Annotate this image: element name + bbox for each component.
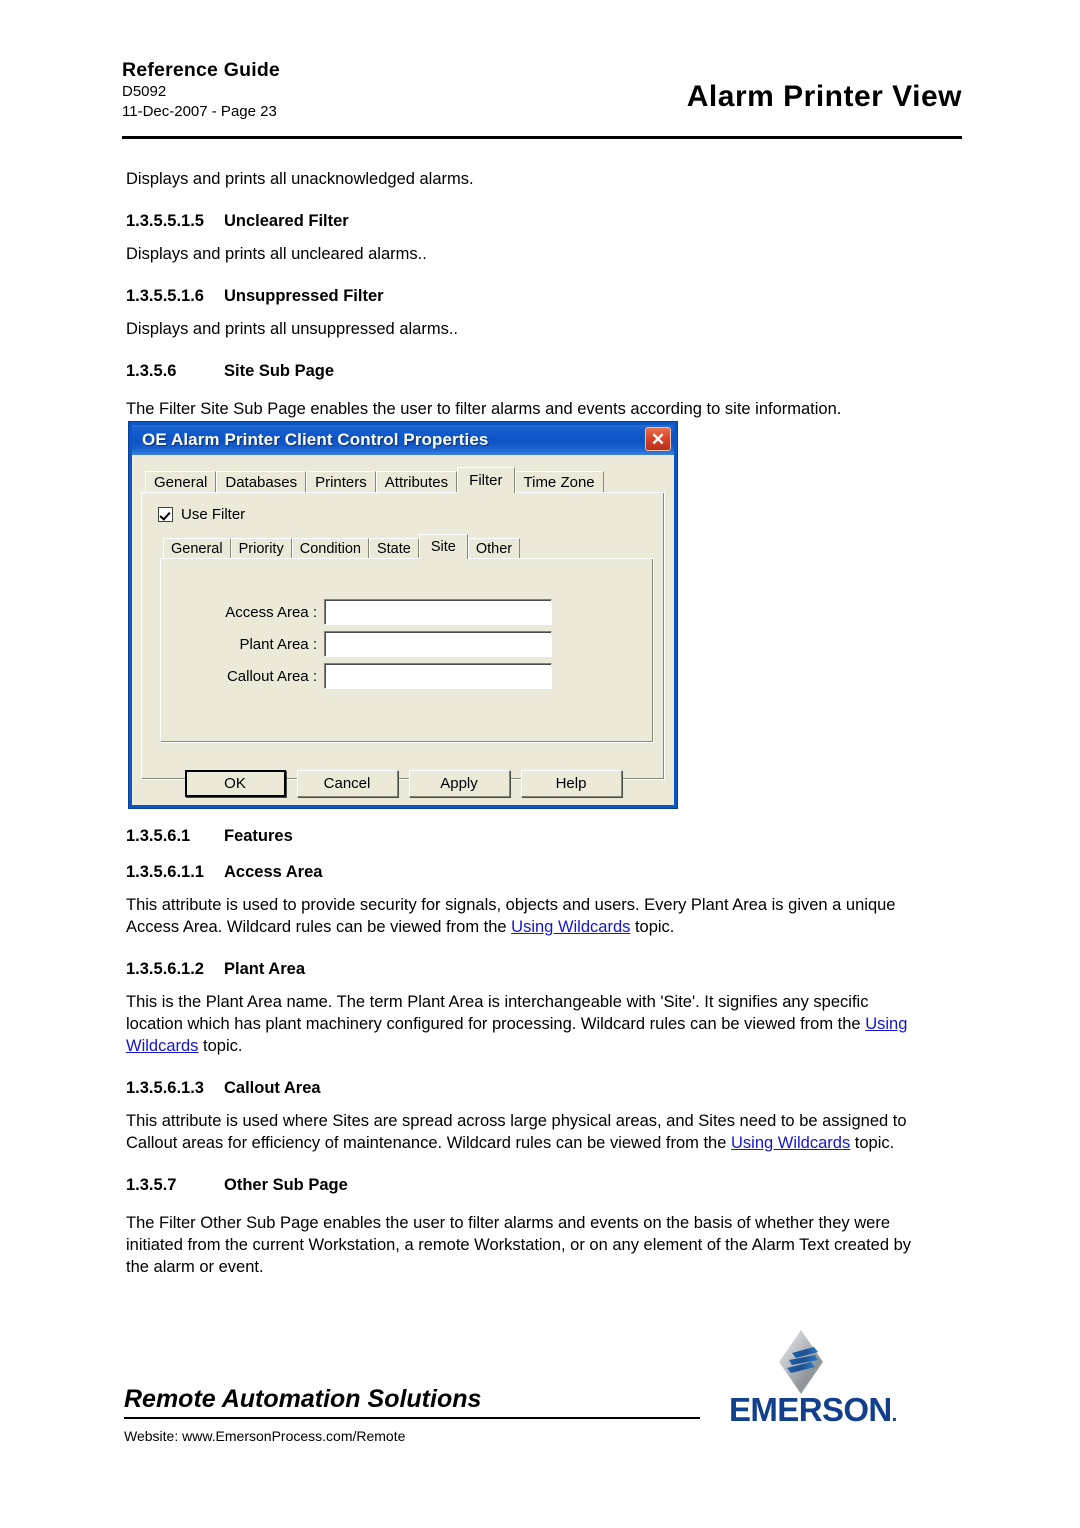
plant-area-row: Plant Area : [213,631,552,657]
paragraph-callout-area: This attribute is used where Sites are s… [126,1110,926,1154]
using-wildcards-link[interactable]: Using Wildcards [731,1134,850,1152]
heading-title: Plant Area [224,960,306,978]
callout-area-input[interactable] [324,663,552,689]
heading-title: Unsuppressed Filter [224,287,384,305]
paragraph-access-area: This attribute is used to provide securi… [126,894,926,938]
paragraph-unsuppressed-filter: Displays and prints all unsuppressed ala… [126,320,458,338]
callout-area-text-2: topic. [850,1134,895,1152]
heading-plant-area: 1.3.5.6.1.2 Plant Area [126,960,926,979]
header-divider [122,136,962,139]
footer-brand-line: Remote Automation Solutions [124,1385,482,1413]
plant-area-text-2: topic. [198,1037,243,1055]
heading-callout-area: 1.3.5.6.1.3 Callout Area [126,1079,926,1098]
content-lower: 1.3.5.6.1 Features 1.3.5.6.1.1 Access Area… [126,827,926,1278]
page-header: Reference Guide D5092 11-Dec-2007 - Page… [122,58,962,136]
tab-databases[interactable]: Databases [216,471,307,492]
dialog-title: OE Alarm Printer Client Control Properti… [142,430,489,449]
heading-number: 1.3.5.5.1.5 [126,212,204,230]
dialog-titlebar: OE Alarm Printer Client Control Properti… [132,425,674,455]
heading-title: Uncleared Filter [224,212,349,230]
heading-access-area: 1.3.5.6.1.1 Access Area [126,863,926,882]
subtab-state[interactable]: State [368,538,419,558]
subtab-priority[interactable]: Priority [230,538,292,558]
page-title: Alarm Printer View [686,80,962,113]
plant-area-label: Plant Area : [239,635,317,653]
heading-uncleared-filter: 1.3.5.5.1.5 Uncleared Filter [126,212,926,231]
subtab-other[interactable]: Other [467,538,521,558]
heading-title: Features [224,827,293,845]
heading-number: 1.3.5.5.1.6 [126,287,204,305]
heading-title: Access Area [224,863,323,881]
content-upper: Displays and prints all unacknowledged a… [126,168,926,420]
paragraph-plant-area: This is the Plant Area name. The term Pl… [126,991,926,1057]
help-button[interactable]: Help [520,770,622,797]
tab-general[interactable]: General [145,471,217,492]
callout-area-label: Callout Area : [226,667,317,685]
paragraph-other-sub-page: The Filter Other Sub Page enables the us… [126,1214,912,1276]
heading-title: Site Sub Page [224,362,335,380]
tab-printers[interactable]: Printers [306,471,376,492]
plant-area-text-1: This is the Plant Area name. The term Pl… [126,993,869,1033]
heading-number: 1.3.5.6 [126,362,177,380]
dialog-body: General Databases Printers Attributes Fi… [132,455,674,805]
header-date-page: 11-Dec-2007 - Page 23 [122,103,277,120]
subtab-condition[interactable]: Condition [291,538,369,558]
properties-dialog: OE Alarm Printer Client Control Properti… [128,421,678,809]
emerson-logo: EMERSON. [729,1329,909,1429]
use-filter-label: Use Filter [181,506,246,523]
heading-title: Callout Area [224,1079,321,1097]
paragraph-site-sub-page: The Filter Site Sub Page enables the use… [126,400,842,418]
access-area-label: Access Area : [225,603,317,621]
access-area-text-2: topic. [630,918,675,936]
access-area-input[interactable] [324,599,552,625]
paragraph-uncleared-filter: Displays and prints all uncleared alarms… [126,245,427,263]
heading-features: 1.3.5.6.1 Features [126,827,926,846]
document-page: Reference Guide D5092 11-Dec-2007 - Page… [0,0,1080,1528]
heading-number: 1.3.5.6.1.1 [126,863,204,881]
header-reference-guide: Reference Guide [122,59,280,81]
emerson-wordmark: EMERSON. [729,1391,897,1428]
site-tab-panel: Access Area : Plant Area : Callout Area … [160,558,654,743]
inner-tabstrip: General Priority Condition State Site Ot… [160,532,654,559]
header-left-block: Reference Guide D5092 11-Dec-2007 - Page… [122,58,280,122]
heading-number: 1.3.5.7 [126,1176,177,1194]
ok-button[interactable]: OK [184,770,286,797]
filter-tab-panel: Use Filter General Priority Condition St… [141,492,665,780]
heading-number: 1.3.5.6.1 [126,827,191,845]
heading-site-sub-page: 1.3.5.6 Site Sub Page [126,362,926,381]
site-fields: Access Area : Plant Area : Callout Area … [213,599,552,695]
close-icon[interactable]: ✕ [645,427,671,451]
emerson-diamond-icon [779,1330,823,1394]
subtab-site[interactable]: Site [418,534,468,559]
heading-unsuppressed-filter: 1.3.5.5.1.6 Unsuppressed Filter [126,287,926,306]
outer-tabstrip: General Databases Printers Attributes Fi… [141,465,665,493]
apply-button[interactable]: Apply [408,770,510,797]
heading-number: 1.3.5.6.1.3 [126,1079,204,1097]
tab-filter[interactable]: Filter [457,467,515,493]
subtab-general[interactable]: General [163,538,231,558]
using-wildcards-link[interactable]: Using Wildcards [511,918,630,936]
plant-area-input[interactable] [324,631,552,657]
use-filter-checkbox[interactable] [158,507,173,522]
footer-website: Website: www.EmersonProcess.com/Remote [124,1428,406,1444]
access-area-row: Access Area : [213,599,552,625]
footer-divider [124,1417,700,1419]
heading-other-sub-page: 1.3.5.7 Other Sub Page [126,1176,926,1195]
heading-number: 1.3.5.6.1.2 [126,960,204,978]
header-doc-number: D5092 [122,83,167,100]
intro-paragraph: Displays and prints all unacknowledged a… [126,170,474,188]
callout-area-row: Callout Area : [213,663,552,689]
cancel-button[interactable]: Cancel [296,770,398,797]
inner-tabs-wrapper: General Priority Condition State Site Ot… [160,532,654,743]
heading-title: Other Sub Page [224,1176,348,1194]
dialog-button-row: OK Cancel Apply Help [141,770,665,797]
tab-attributes[interactable]: Attributes [375,471,458,492]
tab-time-zone[interactable]: Time Zone [514,471,604,492]
use-filter-row: Use Filter [158,506,654,523]
